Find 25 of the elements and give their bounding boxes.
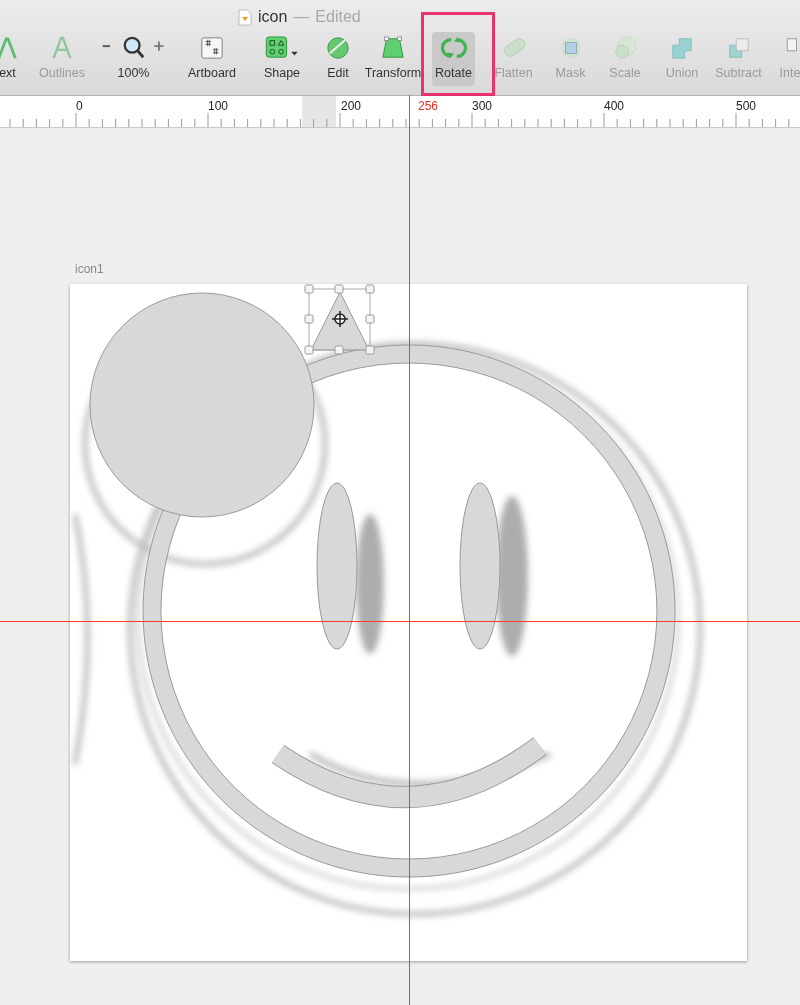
toolbar-button[interactable]: Artboard (185, 32, 239, 86)
ruler-label: 0 (76, 99, 83, 113)
edit-shape-icon (324, 36, 352, 60)
toolbar-button[interactable]: Rotate (432, 32, 475, 86)
toolbar-button[interactable]: ext (0, 32, 25, 86)
ruler-label: 200 (341, 99, 362, 113)
ruler-label: 100 (208, 99, 229, 113)
artboard-name: icon1 (75, 262, 104, 276)
edited-status: Edited (315, 8, 361, 26)
rotate-arrows-icon (439, 36, 468, 60)
ruler-label: 400 (604, 99, 625, 113)
toolbar-button[interactable]: Shape (260, 32, 304, 86)
move-cursor-icon (331, 310, 349, 328)
selection-range-band (302, 96, 336, 127)
transform-icon (379, 36, 407, 60)
artboard-icon (198, 36, 226, 60)
toolbar-button[interactable]: Transform (361, 32, 425, 86)
ruler-label: 300 (472, 99, 493, 113)
window-title: icon (258, 8, 288, 26)
toolbar-button[interactable]: Edit (321, 32, 355, 86)
title-separator: — (293, 8, 310, 26)
ruler-label: 500 (736, 99, 757, 113)
toolbar-button[interactable]: 100% (92, 32, 175, 86)
ruler-label: 256 (418, 99, 439, 113)
document-icon (238, 8, 252, 26)
